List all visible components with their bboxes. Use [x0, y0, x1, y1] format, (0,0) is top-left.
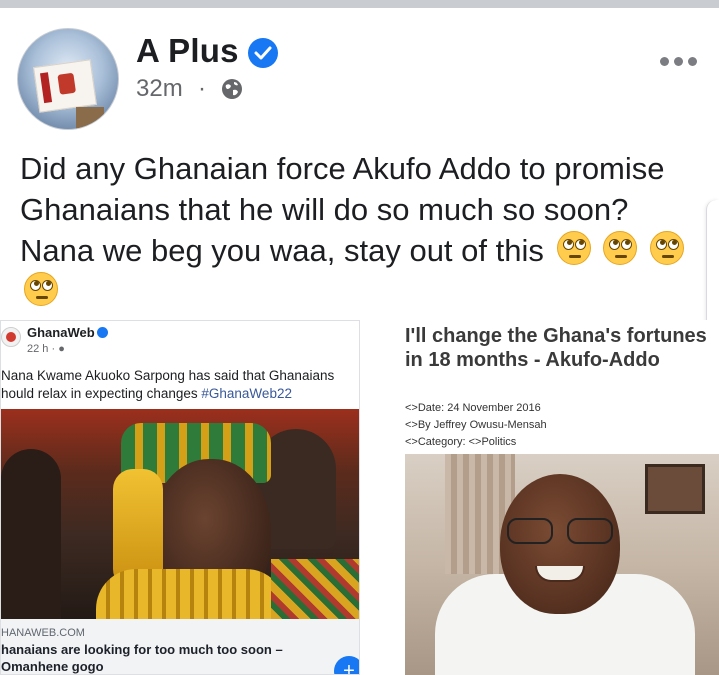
article-date: <>Date: 24 November 2016	[405, 402, 541, 414]
meta-separator: ·	[198, 75, 206, 102]
globe-icon: ●	[58, 343, 65, 355]
verified-badge-icon	[248, 38, 278, 68]
article-category: <>Category: <>Politics	[405, 436, 517, 448]
link-preview-footer[interactable]: HANAWEB.COM hanaians are looking for too…	[1, 619, 359, 674]
ghanaweb-logo-icon	[1, 327, 21, 347]
link-title[interactable]: hanaians are looking for too much too so…	[1, 641, 341, 674]
shared-article-card[interactable]: I'll change the Ghana's fortunes in 18 m…	[405, 320, 719, 675]
source-name[interactable]: GhanaWeb	[27, 325, 95, 340]
link-domain: HANAWEB.COM	[1, 627, 85, 639]
article-author: <>By Jeffrey Owusu-Mensah	[405, 419, 547, 431]
article-meta: <>Date: 24 November 2016 <>By Jeffrey Ow…	[405, 400, 547, 451]
photo-bystander	[1, 449, 61, 619]
photo-glasses	[507, 518, 613, 544]
post-body: Did any Ghanaian force Akufo Addo to pro…	[20, 148, 700, 312]
hashtag-link[interactable]: #GhanaWeb22	[201, 386, 292, 401]
photo-kente-cloth	[271, 559, 359, 619]
post-header: A Plus 32m ·	[0, 8, 719, 138]
verified-badge-icon	[97, 327, 108, 338]
page-name[interactable]: A Plus	[136, 32, 239, 70]
shared-post-ghanaweb[interactable]: GhanaWeb 22 h · ● Nana Kwame Akuoko Sarp…	[0, 320, 360, 675]
shared-caption: Nana Kwame Akuoko Sarpong has said that …	[1, 367, 357, 403]
photo-picture-frame	[645, 464, 705, 514]
top-divider	[0, 0, 719, 8]
source-timestamp: 22 h · ●	[27, 343, 65, 355]
rolling-eyes-emoji-icon	[24, 272, 58, 306]
photo-face	[500, 474, 620, 614]
more-options-icon[interactable]	[660, 55, 698, 67]
photo-necklace	[96, 569, 286, 619]
rolling-eyes-emoji-icon	[603, 231, 638, 265]
chief-photo[interactable]	[1, 409, 359, 619]
avatar-flag-image	[33, 59, 97, 113]
rolling-eyes-emoji-icon	[649, 231, 684, 265]
page-avatar[interactable]	[17, 28, 119, 130]
article-title: I'll change the Ghana's fortunes in 18 m…	[405, 325, 707, 371]
post-timestamp[interactable]: 32m	[136, 75, 183, 103]
rolling-eyes-emoji-icon	[556, 231, 591, 265]
avatar-background	[76, 107, 104, 129]
globe-icon	[220, 77, 244, 101]
source-time-text: 22 h ·	[27, 343, 59, 355]
akufo-addo-photo	[405, 454, 719, 675]
